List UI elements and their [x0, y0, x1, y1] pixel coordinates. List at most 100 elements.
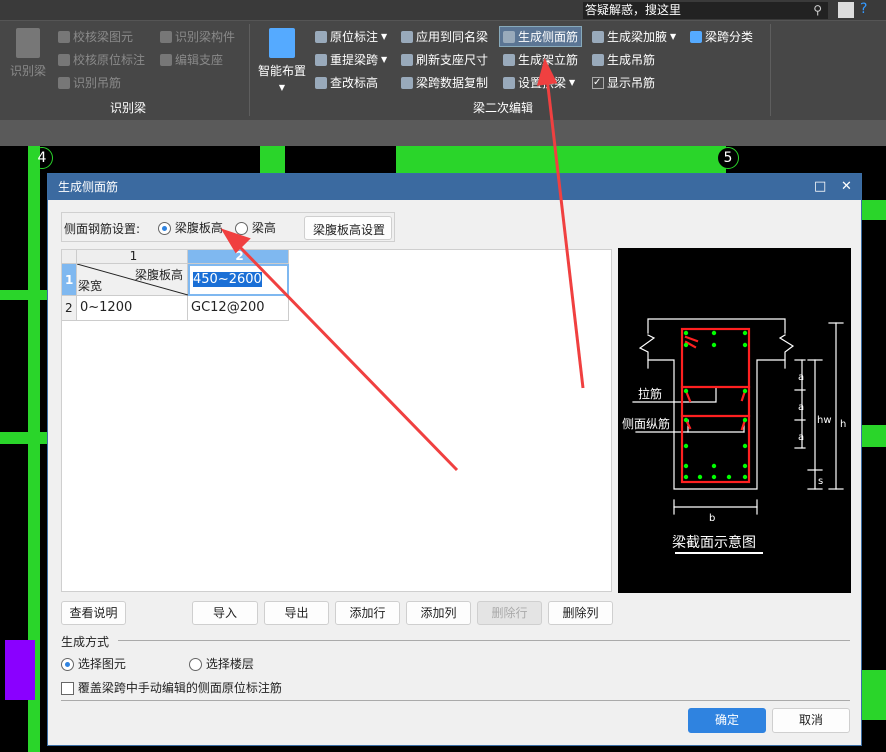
rebar-dot [683, 474, 689, 480]
radio-selected-icon [158, 222, 171, 235]
cad-beam [862, 425, 886, 447]
apply-same-name-button[interactable]: 应用到同名梁 [401, 28, 488, 45]
diagram-title: 梁截面示意图 [672, 534, 756, 551]
add-column-button[interactable]: 添加列 [406, 601, 471, 625]
divider [118, 640, 850, 641]
divider [770, 24, 771, 116]
help-icon[interactable]: ? [860, 1, 867, 17]
check-beam-button[interactable]: 校核梁图元 [58, 28, 133, 45]
rebar-dot [711, 463, 717, 469]
funnel-icon [16, 28, 40, 58]
set-arch-beam-button[interactable]: 设置拱梁 ▼ [503, 74, 575, 91]
generate-side-bar-dialog: 生成侧面筋 □ ✕ 侧面钢筋设置: 梁腹板高 梁高 梁腹板高设置 1 2 1 梁… [47, 173, 862, 746]
hanger-icon [592, 53, 604, 66]
erection-bar-icon [503, 53, 515, 66]
close-icon[interactable]: ✕ [841, 174, 852, 200]
rebar-dot [683, 330, 689, 336]
dim-s-label: s [818, 476, 823, 487]
list-icon [690, 30, 702, 43]
component-icon [160, 30, 172, 43]
radio-beam-height[interactable]: 梁高 [235, 219, 276, 236]
elevation-icon [315, 76, 327, 89]
table-cell-editing[interactable]: 450~2600 [188, 264, 289, 296]
cad-beam [396, 145, 726, 173]
beam-section-diagram: a a a hw h s b 拉筋 侧面纵筋 梁截面示意图 [618, 248, 851, 593]
generate-hanger-button[interactable]: 生成吊筋 [592, 51, 655, 68]
identify-component-button[interactable]: 识别梁构件 [160, 28, 235, 45]
diagonal-header-cell: 梁腹板高 梁宽 [77, 264, 188, 296]
copy-icon [401, 76, 413, 89]
refresh-icon [401, 53, 413, 66]
search-input[interactable]: 答疑解惑，搜这里 ⚲ [583, 2, 828, 19]
show-hanger-checkbox[interactable]: ✓ 显示吊筋 [592, 74, 655, 91]
cad-column [5, 640, 35, 700]
check-icon [58, 30, 70, 43]
dim-a-label: a [798, 372, 804, 383]
rebar-dot [742, 417, 748, 423]
cad-beam [0, 432, 47, 444]
smart-layout-button[interactable]: 智能布置 ▼ [258, 28, 306, 92]
radio-select-element[interactable]: 选择图元 [61, 655, 126, 672]
apply-icon [401, 30, 413, 43]
rebar-dot [683, 388, 689, 394]
table-cell[interactable]: 0~1200 [77, 296, 188, 321]
radio-icon [235, 222, 248, 235]
import-button[interactable]: 导入 [192, 601, 258, 625]
delete-column-button[interactable]: 删除列 [548, 601, 613, 625]
rebar-dot [711, 474, 717, 480]
delete-row-button[interactable]: 删除行 [477, 601, 542, 625]
add-row-button[interactable]: 添加行 [335, 601, 400, 625]
generate-erection-bar-button[interactable]: 生成架立筋 [503, 51, 578, 68]
group-label-edit: 梁二次编辑 [473, 101, 534, 115]
tie-bar-label: 拉筋 [638, 386, 662, 401]
annotation-icon [315, 30, 327, 43]
web-height-setting-label: 梁腹板高设置 [313, 223, 386, 237]
span-classify-button[interactable]: 梁跨分类 [690, 28, 753, 45]
ribbon-lower-bar [0, 120, 886, 146]
export-button[interactable]: 导出 [264, 601, 329, 625]
identify-hanger-button[interactable]: 识别吊筋 [58, 74, 121, 91]
col-header[interactable]: 2 [188, 250, 289, 264]
rebar-dot [697, 474, 703, 480]
rebar-dot [711, 330, 717, 336]
grid-icon [269, 28, 295, 58]
refresh-support-button[interactable]: 刷新支座尺寸 [401, 51, 488, 68]
check-icon [58, 53, 70, 66]
ok-button[interactable]: 确定 [688, 708, 766, 733]
overwrite-checkbox[interactable]: 覆盖梁跨中手动编辑的侧面原位标注筋 [61, 679, 282, 696]
identify-beam-button[interactable]: 识别梁 [10, 28, 46, 79]
row-header[interactable]: 2 [62, 296, 77, 321]
rebar-dot [742, 474, 748, 480]
radio-select-floor[interactable]: 选择楼层 [189, 655, 254, 672]
maximize-icon[interactable]: □ [814, 174, 826, 200]
row-header[interactable]: 1 [62, 264, 77, 296]
hanger-icon [58, 76, 70, 89]
col-header[interactable]: 1 [77, 250, 188, 264]
check-annotation-button[interactable]: 校核原位标注 [58, 51, 145, 68]
edit-support-button[interactable]: 编辑支座 [160, 51, 223, 68]
rebar-dot [683, 463, 689, 469]
dim-hw-label: hw [817, 415, 832, 426]
search-icon[interactable]: ⚲ [813, 2, 822, 19]
rebar-dot [742, 330, 748, 336]
header-top-label: 梁腹板高 [134, 268, 183, 282]
avatar[interactable] [838, 2, 854, 18]
edit-elevation-button[interactable]: 查改标高 [315, 74, 378, 91]
rebar-dot [742, 342, 748, 348]
generate-side-bar-button[interactable]: 生成侧面筋 [499, 26, 583, 47]
re-extract-span-button[interactable]: 重提梁跨 ▼ [315, 51, 387, 68]
view-help-button[interactable]: 查看说明 [61, 601, 126, 625]
cancel-button[interactable]: 取消 [772, 708, 850, 733]
pencil-icon [160, 53, 172, 66]
header-bottom-label: 梁宽 [78, 279, 103, 293]
table-cell[interactable]: GC12@200 [188, 296, 289, 321]
rebar-dot [742, 443, 748, 449]
arch-icon [503, 76, 515, 89]
generate-haunch-button[interactable]: 生成梁加腋 ▼ [592, 28, 676, 45]
copy-span-data-button[interactable]: 梁跨数据复制 [401, 74, 488, 91]
radio-web-height[interactable]: 梁腹板高 [158, 219, 223, 236]
cad-beam [260, 145, 285, 173]
span-icon [315, 53, 327, 66]
group-label-identify: 识别梁 [110, 101, 147, 115]
in-place-annotation-button[interactable]: 原位标注 ▼ [315, 28, 387, 45]
